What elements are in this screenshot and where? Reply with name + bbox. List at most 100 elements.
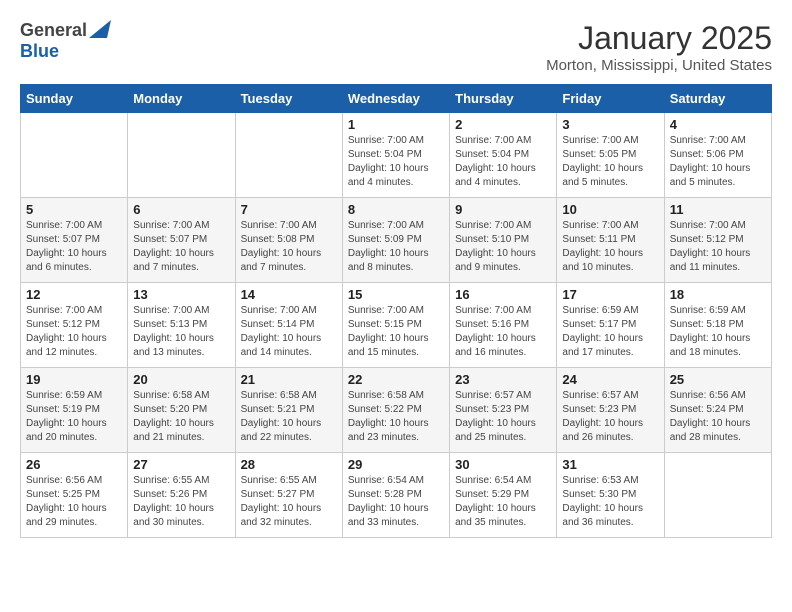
calendar-week-row: 1 Sunrise: 7:00 AM Sunset: 5:04 PM Daylig… [21, 113, 772, 198]
calendar-cell: 21Sunrise: 6:58 AM Sunset: 5:21 PM Dayli… [235, 368, 342, 453]
calendar-week-row: 12 Sunrise: 7:00 AM Sunset: 5:12 PM Dayli… [21, 283, 772, 368]
calendar-cell: 6 Sunrise: 7:00 AM Sunset: 5:07 PM Daylig… [128, 198, 235, 283]
day-number: 31 [562, 457, 658, 472]
day-number: 14 [241, 287, 337, 302]
calendar-cell: 13 Sunrise: 7:00 AM Sunset: 5:13 PM Dayli… [128, 283, 235, 368]
calendar-cell: 29 Sunrise: 6:54 AM Sunset: 5:28 PM Dayli… [342, 453, 449, 538]
day-info: Sunrise: 7:00 AM Sunset: 5:04 PM Dayligh… [455, 134, 551, 190]
calendar-week-row: 26 Sunrise: 6:56 AM Sunset: 5:25 PM Dayli… [21, 453, 772, 538]
day-number: 7 [241, 202, 337, 217]
calendar-cell: 7 Sunrise: 7:00 AM Sunset: 5:08 PM Daylig… [235, 198, 342, 283]
day-number: 4 [670, 117, 766, 132]
day-number: 10 [562, 202, 658, 217]
header-day-monday: Monday [128, 85, 235, 113]
day-info: Sunrise: 6:58 AM Sunset: 5:22 PM Dayligh… [348, 389, 444, 445]
day-info: Sunrise: 7:00 AM Sunset: 5:07 PM Dayligh… [133, 219, 229, 275]
calendar-cell: 5 Sunrise: 7:00 AM Sunset: 5:07 PM Daylig… [21, 198, 128, 283]
calendar-week-row: 5 Sunrise: 7:00 AM Sunset: 5:07 PM Daylig… [21, 198, 772, 283]
day-info: Sunrise: 7:00 AM Sunset: 5:06 PM Dayligh… [670, 134, 766, 190]
day-info: Sunrise: 7:00 AM Sunset: 5:08 PM Dayligh… [241, 219, 337, 275]
day-number: 28 [241, 457, 337, 472]
calendar-table: SundayMondayTuesdayWednesdayThursdayFrid… [20, 84, 772, 538]
day-info: Sunrise: 7:00 AM Sunset: 5:05 PM Dayligh… [562, 134, 658, 190]
day-info: Sunrise: 7:00 AM Sunset: 5:15 PM Dayligh… [348, 304, 444, 360]
day-number: 13 [133, 287, 229, 302]
logo: General Blue [20, 20, 111, 62]
day-info: Sunrise: 7:00 AM Sunset: 5:14 PM Dayligh… [241, 304, 337, 360]
day-number: 19 [26, 372, 122, 387]
day-number: 29 [348, 457, 444, 472]
day-number: 20 [133, 372, 229, 387]
title-section: January 2025 Morton, Mississippi, United… [546, 20, 772, 74]
calendar-cell: 15 Sunrise: 7:00 AM Sunset: 5:15 PM Dayli… [342, 283, 449, 368]
calendar-cell: 2 Sunrise: 7:00 AM Sunset: 5:04 PM Daylig… [450, 113, 557, 198]
day-number: 5 [26, 202, 122, 217]
day-number: 17 [562, 287, 658, 302]
day-number: 18 [670, 287, 766, 302]
day-info: Sunrise: 6:57 AM Sunset: 5:23 PM Dayligh… [562, 389, 658, 445]
header-day-sunday: Sunday [21, 85, 128, 113]
day-number: 12 [26, 287, 122, 302]
month-year-title: January 2025 [546, 20, 772, 57]
day-number: 2 [455, 117, 551, 132]
day-number: 1 [348, 117, 444, 132]
day-number: 26 [26, 457, 122, 472]
calendar-cell [235, 113, 342, 198]
day-info: Sunrise: 7:00 AM Sunset: 5:10 PM Dayligh… [455, 219, 551, 275]
calendar-cell: 8Sunrise: 7:00 AM Sunset: 5:09 PM Daylig… [342, 198, 449, 283]
day-number: 27 [133, 457, 229, 472]
day-info: Sunrise: 7:00 AM Sunset: 5:12 PM Dayligh… [670, 219, 766, 275]
day-info: Sunrise: 6:56 AM Sunset: 5:25 PM Dayligh… [26, 474, 122, 530]
day-number: 15 [348, 287, 444, 302]
calendar-cell: 4 Sunrise: 7:00 AM Sunset: 5:06 PM Daylig… [664, 113, 771, 198]
day-info: Sunrise: 6:55 AM Sunset: 5:27 PM Dayligh… [241, 474, 337, 530]
calendar-cell: 20 Sunrise: 6:58 AM Sunset: 5:20 PM Dayli… [128, 368, 235, 453]
calendar-cell: 24 Sunrise: 6:57 AM Sunset: 5:23 PM Dayli… [557, 368, 664, 453]
calendar-cell: 27 Sunrise: 6:55 AM Sunset: 5:26 PM Dayli… [128, 453, 235, 538]
day-info: Sunrise: 7:00 AM Sunset: 5:13 PM Dayligh… [133, 304, 229, 360]
day-number: 24 [562, 372, 658, 387]
calendar-cell: 19Sunrise: 6:59 AM Sunset: 5:19 PM Dayli… [21, 368, 128, 453]
calendar-cell: 16Sunrise: 7:00 AM Sunset: 5:16 PM Dayli… [450, 283, 557, 368]
calendar-cell: 1Sunrise: 7:00 AM Sunset: 5:04 PM Daylig… [342, 113, 449, 198]
calendar-cell: 28 Sunrise: 6:55 AM Sunset: 5:27 PM Dayli… [235, 453, 342, 538]
day-number: 30 [455, 457, 551, 472]
calendar-header-row: SundayMondayTuesdayWednesdayThursdayFrid… [21, 85, 772, 113]
day-info: Sunrise: 7:00 AM Sunset: 5:11 PM Dayligh… [562, 219, 658, 275]
day-info: Sunrise: 6:56 AM Sunset: 5:24 PM Dayligh… [670, 389, 766, 445]
calendar-cell: 17 Sunrise: 6:59 AM Sunset: 5:17 PM Dayli… [557, 283, 664, 368]
day-info: Sunrise: 6:59 AM Sunset: 5:18 PM Dayligh… [670, 304, 766, 360]
header-day-saturday: Saturday [664, 85, 771, 113]
day-info: Sunrise: 6:55 AM Sunset: 5:26 PM Dayligh… [133, 474, 229, 530]
header-day-thursday: Thursday [450, 85, 557, 113]
day-info: Sunrise: 7:00 AM Sunset: 5:07 PM Dayligh… [26, 219, 122, 275]
calendar-cell: 14 Sunrise: 7:00 AM Sunset: 5:14 PM Dayli… [235, 283, 342, 368]
calendar-cell: 25 Sunrise: 6:56 AM Sunset: 5:24 PM Dayli… [664, 368, 771, 453]
day-number: 25 [670, 372, 766, 387]
calendar-cell: 9 Sunrise: 7:00 AM Sunset: 5:10 PM Daylig… [450, 198, 557, 283]
day-info: Sunrise: 6:54 AM Sunset: 5:29 PM Dayligh… [455, 474, 551, 530]
day-info: Sunrise: 6:54 AM Sunset: 5:28 PM Dayligh… [348, 474, 444, 530]
header-day-wednesday: Wednesday [342, 85, 449, 113]
calendar-cell: 12 Sunrise: 7:00 AM Sunset: 5:12 PM Dayli… [21, 283, 128, 368]
location-subtitle: Morton, Mississippi, United States [546, 57, 772, 74]
calendar-cell: 10 Sunrise: 7:00 AM Sunset: 5:11 PM Dayli… [557, 198, 664, 283]
calendar-cell [128, 113, 235, 198]
day-number: 22 [348, 372, 444, 387]
day-info: Sunrise: 6:53 AM Sunset: 5:30 PM Dayligh… [562, 474, 658, 530]
day-info: Sunrise: 7:00 AM Sunset: 5:09 PM Dayligh… [348, 219, 444, 275]
day-info: Sunrise: 7:00 AM Sunset: 5:12 PM Dayligh… [26, 304, 122, 360]
day-number: 23 [455, 372, 551, 387]
day-number: 9 [455, 202, 551, 217]
day-info: Sunrise: 6:59 AM Sunset: 5:17 PM Dayligh… [562, 304, 658, 360]
calendar-cell: 22 Sunrise: 6:58 AM Sunset: 5:22 PM Dayli… [342, 368, 449, 453]
calendar-cell [664, 453, 771, 538]
day-info: Sunrise: 6:58 AM Sunset: 5:20 PM Dayligh… [133, 389, 229, 445]
day-info: Sunrise: 6:57 AM Sunset: 5:23 PM Dayligh… [455, 389, 551, 445]
calendar-cell: 3Sunrise: 7:00 AM Sunset: 5:05 PM Daylig… [557, 113, 664, 198]
calendar-week-row: 19Sunrise: 6:59 AM Sunset: 5:19 PM Dayli… [21, 368, 772, 453]
calendar-cell: 23 Sunrise: 6:57 AM Sunset: 5:23 PM Dayli… [450, 368, 557, 453]
logo-bird-icon [89, 20, 111, 38]
calendar-cell [21, 113, 128, 198]
day-number: 6 [133, 202, 229, 217]
